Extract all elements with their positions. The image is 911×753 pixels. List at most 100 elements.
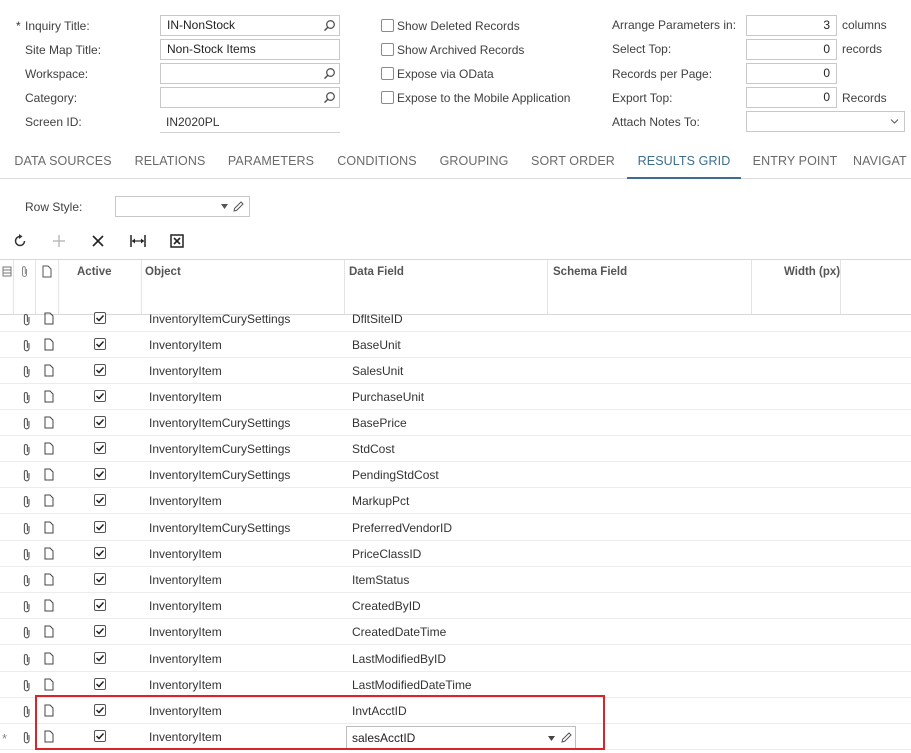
- export-excel-icon[interactable]: [168, 232, 186, 250]
- fit-columns-icon[interactable]: [129, 232, 147, 250]
- show-archived-checkbox[interactable]: [381, 43, 394, 56]
- tab-entry-point[interactable]: ENTRY POINT: [746, 146, 844, 179]
- delete-row-icon[interactable]: [89, 232, 107, 250]
- paperclip-icon[interactable]: [22, 574, 32, 587]
- refresh-icon[interactable]: [11, 232, 29, 250]
- note-icon[interactable]: [44, 494, 54, 507]
- pencil-icon[interactable]: [560, 731, 573, 744]
- active-checkbox[interactable]: [94, 704, 106, 716]
- object-cell[interactable]: InventoryItemCurySettings: [149, 410, 290, 436]
- object-cell[interactable]: InventoryItem: [149, 672, 222, 698]
- note-icon[interactable]: [44, 416, 54, 429]
- object-cell[interactable]: InventoryItem: [149, 724, 222, 750]
- data-field-cell[interactable]: InvtAcctID: [352, 698, 407, 724]
- note-icon[interactable]: [44, 521, 54, 534]
- paperclip-icon[interactable]: [22, 522, 32, 535]
- paperclip-icon[interactable]: [22, 495, 32, 508]
- table-row[interactable]: InventoryItem CreatedDateTime: [0, 619, 911, 645]
- paperclip-icon[interactable]: [22, 626, 32, 639]
- site-map-title-input[interactable]: Non-Stock Items: [160, 39, 340, 60]
- select-top-input[interactable]: 0: [746, 39, 837, 60]
- search-icon[interactable]: [323, 91, 336, 104]
- data-field-cell[interactable]: MarkupPct: [352, 488, 409, 514]
- note-icon[interactable]: [44, 678, 54, 691]
- table-row[interactable]: InventoryItem PriceClassID: [0, 541, 911, 567]
- paperclip-icon[interactable]: [22, 653, 32, 666]
- note-icon[interactable]: [44, 704, 54, 717]
- add-row-icon[interactable]: [50, 232, 68, 250]
- active-checkbox[interactable]: [94, 521, 106, 533]
- paperclip-icon[interactable]: [22, 365, 32, 378]
- note-icon[interactable]: [44, 442, 54, 455]
- search-icon[interactable]: [323, 67, 336, 80]
- note-icon[interactable]: [44, 547, 54, 560]
- data-field-cell[interactable]: CreatedDateTime: [352, 619, 446, 645]
- inquiry-title-input[interactable]: IN-NonStock: [160, 15, 340, 36]
- table-row[interactable]: InventoryItem PurchaseUnit: [0, 384, 911, 410]
- active-checkbox[interactable]: [94, 547, 106, 559]
- object-cell[interactable]: InventoryItemCurySettings: [149, 306, 290, 332]
- table-row[interactable]: InventoryItemCurySettings PendingStdCost: [0, 462, 911, 488]
- paperclip-icon[interactable]: [22, 679, 32, 692]
- data-field-cell[interactable]: LastModifiedByID: [352, 646, 446, 672]
- active-checkbox[interactable]: [94, 678, 106, 690]
- object-cell[interactable]: InventoryItemCurySettings: [149, 462, 290, 488]
- object-cell[interactable]: InventoryItemCurySettings: [149, 515, 290, 541]
- data-field-editor[interactable]: salesAcctID: [346, 726, 576, 749]
- active-checkbox[interactable]: [94, 416, 106, 428]
- note-icon[interactable]: [44, 730, 54, 743]
- show-deleted-checkbox[interactable]: [381, 19, 394, 32]
- paperclip-icon[interactable]: [22, 469, 32, 482]
- table-row[interactable]: InventoryItemCurySettings StdCost: [0, 436, 911, 462]
- note-icon[interactable]: [44, 599, 54, 612]
- paperclip-icon[interactable]: [22, 548, 32, 561]
- tab-grouping[interactable]: GROUPING: [432, 146, 516, 179]
- expose-odata-checkbox[interactable]: [381, 67, 394, 80]
- tab-data-sources[interactable]: DATA SOURCES: [8, 146, 118, 179]
- arrange-params-input[interactable]: 3: [746, 15, 837, 36]
- dropdown-caret-icon[interactable]: [548, 736, 555, 741]
- records-per-page-input[interactable]: 0: [746, 63, 837, 84]
- workspace-input[interactable]: [160, 63, 340, 84]
- note-icon[interactable]: [44, 338, 54, 351]
- active-checkbox[interactable]: [94, 338, 106, 350]
- note-icon[interactable]: [44, 364, 54, 377]
- data-field-cell[interactable]: SalesUnit: [352, 358, 403, 384]
- row-menu-icon[interactable]: [2, 266, 12, 277]
- data-field-cell[interactable]: PendingStdCost: [352, 462, 439, 488]
- table-row[interactable]: InventoryItem ItemStatus: [0, 567, 911, 593]
- expose-mobile-checkbox[interactable]: [381, 91, 394, 104]
- paperclip-icon[interactable]: [22, 417, 32, 430]
- active-checkbox[interactable]: [94, 312, 106, 324]
- active-checkbox[interactable]: [94, 625, 106, 637]
- export-top-input[interactable]: 0: [746, 87, 837, 108]
- note-icon[interactable]: [44, 390, 54, 403]
- data-field-cell[interactable]: ItemStatus: [352, 567, 409, 593]
- object-cell[interactable]: InventoryItem: [149, 567, 222, 593]
- data-field-cell[interactable]: PurchaseUnit: [352, 384, 424, 410]
- table-row[interactable]: InventoryItemCurySettings DfltSiteID: [0, 306, 911, 332]
- object-cell[interactable]: InventoryItem: [149, 593, 222, 619]
- data-field-cell[interactable]: LastModifiedDateTime: [352, 672, 472, 698]
- object-cell[interactable]: InventoryItem: [149, 619, 222, 645]
- table-row[interactable]: InventoryItem LastModifiedByID: [0, 646, 911, 672]
- note-icon[interactable]: [44, 312, 54, 325]
- note-icon[interactable]: [44, 652, 54, 665]
- active-checkbox[interactable]: [94, 573, 106, 585]
- paperclip-icon[interactable]: [22, 391, 32, 404]
- data-field-cell[interactable]: DfltSiteID: [352, 306, 403, 332]
- tab-sort-order[interactable]: SORT ORDER: [525, 146, 621, 179]
- note-icon[interactable]: [44, 468, 54, 481]
- table-row[interactable]: InventoryItem CreatedByID: [0, 593, 911, 619]
- row-style-select[interactable]: [115, 196, 250, 217]
- active-checkbox[interactable]: [94, 442, 106, 454]
- data-field-cell[interactable]: BasePrice: [352, 410, 407, 436]
- object-cell[interactable]: InventoryItem: [149, 332, 222, 358]
- object-cell[interactable]: InventoryItem: [149, 698, 222, 724]
- table-row[interactable]: InventoryItem SalesUnit: [0, 358, 911, 384]
- object-cell[interactable]: InventoryItem: [149, 646, 222, 672]
- active-checkbox[interactable]: [94, 652, 106, 664]
- object-cell[interactable]: InventoryItem: [149, 488, 222, 514]
- note-icon[interactable]: [44, 573, 54, 586]
- tab-navigation[interactable]: NAVIGAT: [853, 146, 911, 179]
